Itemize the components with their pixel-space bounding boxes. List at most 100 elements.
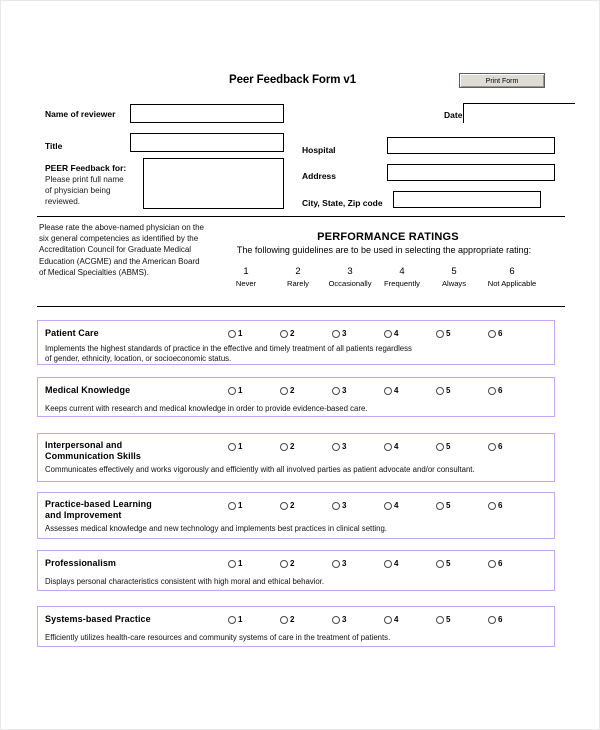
radio-option-5[interactable]: 5 [436, 329, 450, 338]
date-label: Date [444, 110, 463, 120]
radio-option-4[interactable]: 4 [384, 329, 398, 338]
radio-circle-icon [384, 442, 392, 451]
radio-circle-icon [436, 501, 444, 510]
radio-option-3[interactable]: 3 [332, 615, 346, 624]
scale-word-6: Not Applicable [487, 279, 537, 288]
radio-option-label: 4 [394, 329, 399, 338]
radio-option-5[interactable]: 5 [436, 442, 450, 451]
radio-option-6[interactable]: 6 [488, 442, 502, 451]
competency-block-practice-based-learning: Practice-based Learning and Improvement … [37, 492, 555, 539]
radio-option-label: 5 [446, 442, 451, 451]
radio-option-6[interactable]: 6 [488, 501, 502, 510]
radio-circle-icon [332, 501, 340, 510]
radio-option-label: 2 [290, 501, 295, 510]
divider-top [37, 216, 565, 217]
radio-option-4[interactable]: 4 [384, 501, 398, 510]
radio-option-label: 6 [498, 501, 503, 510]
radio-option-5[interactable]: 5 [436, 559, 450, 568]
radio-circle-icon [384, 386, 392, 395]
radio-option-label: 5 [446, 386, 451, 395]
peer-feedback-for-input[interactable] [143, 158, 284, 209]
radio-option-3[interactable]: 3 [332, 386, 346, 395]
radio-option-2[interactable]: 2 [280, 442, 294, 451]
hospital-input[interactable] [387, 137, 555, 154]
radio-option-label: 4 [394, 559, 399, 568]
radio-option-label: 4 [394, 501, 399, 510]
radio-option-4[interactable]: 4 [384, 442, 398, 451]
scale-number-5: 5 [451, 266, 457, 277]
radio-circle-icon [280, 329, 288, 338]
radio-option-1[interactable]: 1 [228, 559, 242, 568]
title-input[interactable] [130, 133, 284, 152]
radio-option-5[interactable]: 5 [436, 501, 450, 510]
radio-option-2[interactable]: 2 [280, 329, 294, 338]
radio-circle-icon [332, 615, 340, 624]
radio-option-4[interactable]: 4 [384, 615, 398, 624]
radio-option-1[interactable]: 1 [228, 386, 242, 395]
competency-description-line1: Assesses medical knowledge and new techn… [45, 524, 387, 533]
radio-option-2[interactable]: 2 [280, 615, 294, 624]
scale-word-2: Rarely [287, 279, 309, 288]
radio-circle-icon [332, 329, 340, 338]
radio-option-label: 1 [238, 386, 243, 395]
radio-option-6[interactable]: 6 [488, 329, 502, 338]
competency-title: Patient Care [45, 328, 99, 338]
rating-radio-group: 1 2 3 4 5 6 [228, 615, 548, 627]
date-input[interactable] [463, 103, 575, 123]
radio-option-label: 1 [238, 615, 243, 624]
radio-option-label: 6 [498, 442, 503, 451]
address-input[interactable] [387, 164, 555, 181]
peer-feedback-for-sub-line2: of physician being [45, 186, 111, 195]
radio-option-3[interactable]: 3 [332, 442, 346, 451]
radio-option-label: 1 [238, 559, 243, 568]
divider-bottom [37, 306, 565, 307]
radio-option-5[interactable]: 5 [436, 615, 450, 624]
scale-number-6: 6 [509, 266, 515, 277]
scale-number-3: 3 [347, 266, 353, 277]
radio-option-6[interactable]: 6 [488, 386, 502, 395]
radio-option-label: 1 [238, 329, 243, 338]
radio-option-1[interactable]: 1 [228, 501, 242, 510]
radio-option-2[interactable]: 2 [280, 559, 294, 568]
radio-circle-icon [436, 329, 444, 338]
scale-column-3: 3 Occasionally [327, 265, 373, 290]
rating-radio-group: 1 2 3 4 5 6 [228, 559, 548, 571]
radio-option-2[interactable]: 2 [280, 386, 294, 395]
radio-circle-icon [488, 329, 496, 338]
radio-option-5[interactable]: 5 [436, 386, 450, 395]
radio-circle-icon [280, 386, 288, 395]
radio-option-3[interactable]: 3 [332, 501, 346, 510]
radio-option-label: 2 [290, 615, 295, 624]
city-state-zip-input[interactable] [393, 191, 541, 208]
city-state-zip-label: City, State, Zip code [302, 198, 383, 208]
radio-circle-icon [436, 442, 444, 451]
radio-option-1[interactable]: 1 [228, 615, 242, 624]
competency-title: Systems-based Practice [45, 614, 151, 624]
radio-option-6[interactable]: 6 [488, 615, 502, 624]
radio-circle-icon [384, 559, 392, 568]
radio-option-label: 2 [290, 329, 295, 338]
radio-option-label: 5 [446, 559, 451, 568]
radio-option-2[interactable]: 2 [280, 501, 294, 510]
print-form-button[interactable]: Print Form [459, 73, 545, 88]
radio-option-label: 4 [394, 386, 399, 395]
name-of-reviewer-input[interactable] [130, 104, 284, 123]
radio-circle-icon [488, 442, 496, 451]
radio-circle-icon [332, 559, 340, 568]
radio-option-label: 2 [290, 559, 295, 568]
peer-feedback-for-sub-line3: reviewed. [45, 197, 81, 206]
radio-option-1[interactable]: 1 [228, 442, 242, 451]
radio-option-4[interactable]: 4 [384, 559, 398, 568]
radio-option-6[interactable]: 6 [488, 559, 502, 568]
radio-option-3[interactable]: 3 [332, 329, 346, 338]
radio-option-1[interactable]: 1 [228, 329, 242, 338]
rating-radio-group: 1 2 3 4 5 6 [228, 386, 548, 398]
form-header: Peer Feedback Form v1 Print Form [1, 73, 599, 95]
radio-option-label: 6 [498, 615, 503, 624]
radio-circle-icon [280, 559, 288, 568]
radio-option-3[interactable]: 3 [332, 559, 346, 568]
radio-option-label: 3 [342, 329, 347, 338]
scale-word-4: Frequently [384, 279, 420, 288]
radio-option-4[interactable]: 4 [384, 386, 398, 395]
competency-block-professionalism: Professionalism Displays personal charac… [37, 550, 555, 591]
